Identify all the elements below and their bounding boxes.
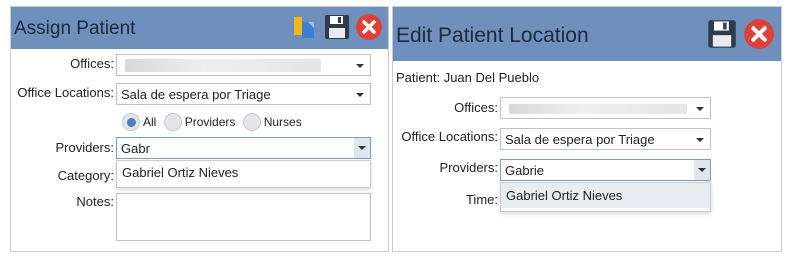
radio-checked-icon bbox=[122, 113, 140, 131]
providers-label: Providers: bbox=[439, 160, 498, 175]
office-locations-value: Sala de espera por Triage bbox=[505, 132, 655, 147]
offices-value-redacted bbox=[509, 104, 687, 114]
patient-line: Patient: Juan Del Pueblo bbox=[396, 70, 540, 85]
edit-location-titlebar: Edit Patient Location bbox=[393, 7, 781, 61]
office-locations-label: Office Locations: bbox=[401, 129, 498, 144]
category-label: Category: bbox=[57, 168, 114, 183]
assign-patient-title: Assign Patient bbox=[14, 18, 136, 39]
chevron-down-icon bbox=[696, 107, 704, 111]
notes-textarea[interactable] bbox=[116, 193, 371, 241]
providers-input-value: Gabr bbox=[121, 141, 150, 156]
chevron-down-icon bbox=[696, 138, 704, 142]
office-locations-label: Office Locations: bbox=[17, 85, 114, 100]
radio-unchecked-icon bbox=[163, 113, 182, 131]
offices-label: Offices: bbox=[454, 100, 498, 115]
provider-filter-radios: All Providers Nurses bbox=[122, 113, 306, 131]
save-icon[interactable] bbox=[323, 13, 351, 41]
edit-location-title: Edit Patient Location bbox=[396, 24, 589, 47]
providers-dropdown-list: Gabriel Ortiz Nieves bbox=[116, 160, 371, 188]
providers-input-value: Gabrie bbox=[505, 163, 545, 178]
dropdown-item-provider[interactable]: Gabriel Ortiz Nieves bbox=[501, 183, 710, 208]
offices-label: Offices: bbox=[70, 56, 114, 71]
providers-dropdown-list: Gabriel Ortiz Nieves bbox=[500, 182, 711, 212]
providers-combobox[interactable]: Gabr bbox=[116, 137, 371, 159]
providers-label: Providers: bbox=[55, 140, 114, 155]
providers-dropdown-button[interactable] bbox=[694, 160, 710, 180]
close-icon[interactable] bbox=[355, 13, 383, 41]
chevron-down-icon bbox=[358, 146, 366, 150]
office-locations-value: Sala de espera por Triage bbox=[121, 87, 271, 102]
office-locations-select[interactable]: Sala de espera por Triage bbox=[116, 83, 371, 105]
save-icon[interactable] bbox=[706, 18, 738, 50]
chevron-down-icon bbox=[698, 168, 706, 172]
chevron-down-icon bbox=[356, 93, 364, 97]
notes-label: Notes: bbox=[76, 194, 114, 209]
providers-combobox[interactable]: Gabrie bbox=[500, 159, 711, 181]
time-label: Time: bbox=[465, 192, 498, 207]
providers-dropdown-button[interactable] bbox=[354, 138, 370, 158]
assign-patient-panel: Assign Patient Offices: Office Locations… bbox=[10, 6, 389, 252]
copy-icon[interactable] bbox=[292, 14, 318, 40]
dropdown-item-provider[interactable]: Gabriel Ortiz Nieves bbox=[117, 161, 370, 184]
offices-value-redacted bbox=[125, 59, 321, 72]
assign-patient-titlebar: Assign Patient bbox=[11, 7, 388, 49]
offices-select[interactable] bbox=[500, 97, 711, 119]
radio-unchecked-icon bbox=[242, 113, 261, 131]
radio-all[interactable]: All bbox=[122, 113, 156, 131]
close-icon[interactable] bbox=[743, 18, 775, 50]
edit-patient-location-panel: Edit Patient Location Patient: Juan Del … bbox=[392, 6, 782, 252]
offices-select[interactable] bbox=[116, 54, 371, 76]
radio-providers[interactable]: Providers bbox=[163, 113, 235, 131]
radio-nurses[interactable]: Nurses bbox=[242, 113, 302, 131]
office-locations-select[interactable]: Sala de espera por Triage bbox=[500, 128, 711, 150]
chevron-down-icon bbox=[356, 64, 364, 68]
